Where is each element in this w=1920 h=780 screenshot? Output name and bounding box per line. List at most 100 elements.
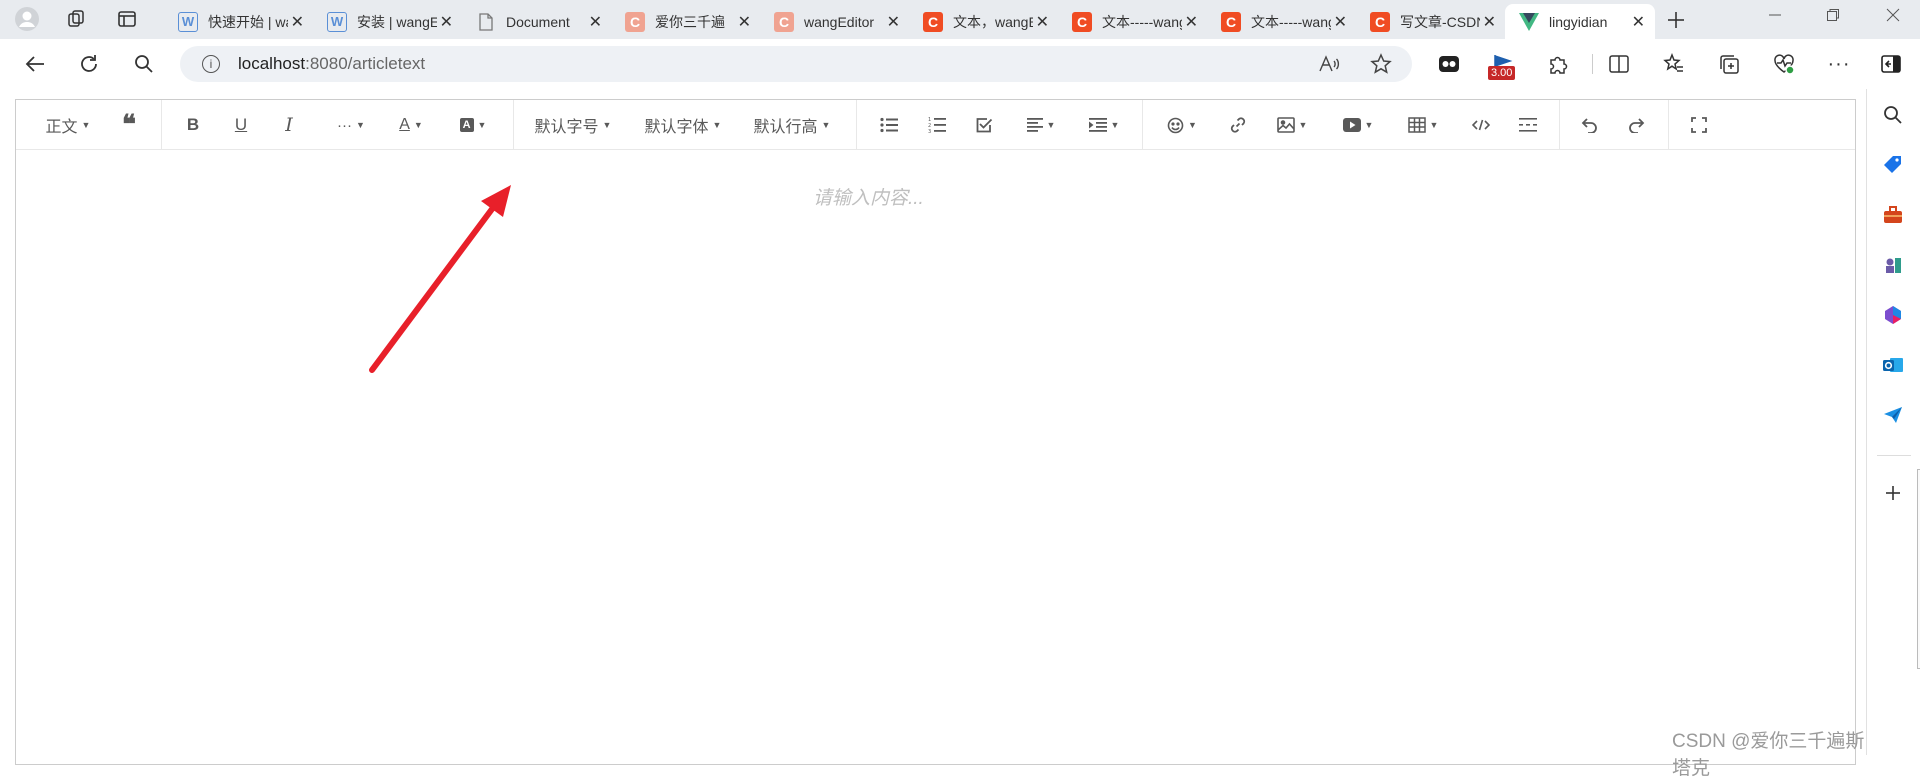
- image-menu[interactable]: ▼: [1270, 110, 1314, 140]
- tab-close-icon[interactable]: ✕: [887, 12, 900, 32]
- paragraph-style-select[interactable]: 正文 ▼: [40, 110, 96, 140]
- editor-content-area[interactable]: [16, 151, 1855, 764]
- underline-button[interactable]: U: [226, 110, 256, 140]
- tab-active[interactable]: lingyidian ✕: [1505, 4, 1655, 39]
- extensions-button[interactable]: [1543, 49, 1573, 79]
- fullscreen-button[interactable]: [1684, 110, 1714, 140]
- restore-button[interactable]: [1826, 8, 1840, 27]
- tab-actions-button[interactable]: [112, 4, 142, 34]
- todo-list-button[interactable]: [969, 110, 999, 140]
- bold-button[interactable]: B: [178, 110, 208, 140]
- extension-button[interactable]: [1434, 49, 1464, 79]
- settings-more-button[interactable]: ···: [1824, 49, 1854, 79]
- favorite-star-icon[interactable]: [1370, 53, 1392, 80]
- browser-essentials-button[interactable]: [1769, 49, 1799, 79]
- indent-menu[interactable]: ▼: [1082, 110, 1126, 140]
- tab-close-icon[interactable]: ✕: [440, 12, 453, 32]
- caret-down-icon: ▼: [81, 120, 91, 130]
- tab[interactable]: W 安装 | wangEditor✕: [313, 4, 463, 39]
- new-tab-button[interactable]: [1661, 5, 1691, 35]
- profile-button[interactable]: [12, 4, 42, 34]
- workspaces-button[interactable]: [62, 4, 92, 34]
- caret-down-icon: ▼: [356, 120, 365, 130]
- back-button[interactable]: [19, 48, 51, 80]
- font-color-menu[interactable]: A ▼: [391, 110, 431, 140]
- tab-close-icon[interactable]: ✕: [1632, 12, 1645, 32]
- more-styles-menu[interactable]: ··· ▼: [326, 110, 376, 140]
- read-aloud-icon[interactable]: [1318, 54, 1340, 79]
- chess-piece-icon: [1886, 258, 1901, 273]
- close-window-button[interactable]: [1886, 8, 1900, 27]
- justify-menu[interactable]: ▼: [1019, 110, 1063, 140]
- tab[interactable]: W 快速开始 | wangEditor✕: [164, 4, 314, 39]
- tab[interactable]: C 文本-----wangEditor✕: [1207, 4, 1357, 39]
- tab-close-icon[interactable]: ✕: [1036, 12, 1049, 32]
- tab[interactable]: CwangEditor ✕: [760, 4, 910, 39]
- split-screen-button[interactable]: [1604, 49, 1634, 79]
- tab[interactable]: C 写文章-CSDN ✕: [1356, 4, 1506, 39]
- line-height-select[interactable]: 默认行高 ▼: [752, 110, 832, 140]
- sidebar-games-button[interactable]: [1879, 251, 1907, 279]
- search-icon: [1884, 106, 1902, 124]
- caret-down-icon: ▼: [1298, 120, 1308, 130]
- tab[interactable]: C 文本-----wangEditor✕: [1058, 4, 1208, 39]
- tab-close-icon[interactable]: ✕: [1185, 12, 1198, 32]
- search-button[interactable]: [128, 48, 160, 80]
- tab[interactable]: C 爱你三千遍 ✕: [611, 4, 761, 39]
- favorites-button[interactable]: [1659, 49, 1689, 79]
- tab-close-icon[interactable]: ✕: [1334, 12, 1347, 32]
- redo-button[interactable]: [1622, 110, 1652, 140]
- extension-badge: 3.00: [1488, 66, 1516, 80]
- tab-title: 文本，wangEditor: [953, 13, 1033, 30]
- emotion-menu[interactable]: ▼: [1162, 110, 1202, 140]
- sidebar-shopping-button[interactable]: [1879, 151, 1907, 179]
- minimize-button[interactable]: [1768, 8, 1782, 27]
- back-arrow-icon: [25, 56, 44, 72]
- font-size-select[interactable]: 默认字号 ▼: [533, 110, 613, 140]
- fullscreen-icon: [1691, 117, 1707, 133]
- indent-icon: [1088, 118, 1107, 132]
- sidebar-send-button[interactable]: [1879, 401, 1907, 429]
- tab-favicon-icon: C: [1072, 11, 1092, 32]
- extension-badge-button[interactable]: 3.00: [1488, 49, 1518, 80]
- toolbar-divider: [161, 100, 162, 150]
- tab[interactable]: Document ✕: [462, 4, 612, 39]
- blockquote-button[interactable]: ❝: [114, 110, 144, 140]
- tab[interactable]: C 文本，wangEditor✕: [909, 4, 1059, 39]
- italic-button[interactable]: I: [274, 110, 304, 140]
- url-field[interactable]: i localhost:8080/articletext: [180, 46, 1412, 82]
- sidebar-search-button[interactable]: [1879, 101, 1907, 129]
- insert-table-menu[interactable]: ▼: [1401, 110, 1445, 140]
- caret-down-icon: ▼: [1364, 120, 1374, 130]
- plus-icon: [1886, 486, 1900, 500]
- code-block-button[interactable]: [1466, 110, 1496, 140]
- restore-icon: [1827, 9, 1839, 21]
- background-color-menu[interactable]: A ▼: [453, 110, 493, 140]
- tab-close-icon[interactable]: ✕: [589, 12, 602, 32]
- heart-pulse-icon: [1774, 54, 1795, 75]
- sidebar-toggle-button[interactable]: [1876, 49, 1906, 79]
- vertical-tabs-icon: [118, 11, 136, 27]
- refresh-button[interactable]: [73, 48, 105, 80]
- font-family-select[interactable]: 默认字体 ▼: [643, 110, 723, 140]
- insert-link-button[interactable]: [1223, 110, 1253, 140]
- numbered-list-button[interactable]: 123: [922, 110, 952, 140]
- sidebar-toggle-icon: [1881, 55, 1901, 73]
- tab-close-icon[interactable]: ✕: [1483, 12, 1496, 32]
- rich-text-editor: 正文 ▼ ❝ B U I ··· ▼ A ▼ A ▼ 默认字号 ▼ 默认字体 ▼ 默认行高 ▼…: [15, 99, 1856, 765]
- sidebar-tools-button[interactable]: [1879, 201, 1907, 229]
- bulleted-list-icon: [880, 117, 898, 133]
- bulleted-list-button[interactable]: [874, 110, 904, 140]
- sidebar-add-button[interactable]: [1879, 479, 1907, 507]
- sidebar-m365-button[interactable]: [1879, 301, 1907, 329]
- sidebar-outlook-button[interactable]: [1879, 351, 1907, 379]
- divider-button[interactable]: [1513, 110, 1543, 140]
- edge-sidebar: [1866, 89, 1920, 755]
- tab-close-icon[interactable]: ✕: [738, 12, 751, 32]
- site-info-icon[interactable]: i: [202, 55, 220, 73]
- undo-button[interactable]: [1574, 110, 1604, 140]
- tab-close-icon[interactable]: ✕: [291, 12, 304, 32]
- collections-button[interactable]: [1714, 49, 1744, 79]
- video-menu[interactable]: ▼: [1336, 110, 1380, 140]
- toolbar-divider: [1592, 54, 1593, 74]
